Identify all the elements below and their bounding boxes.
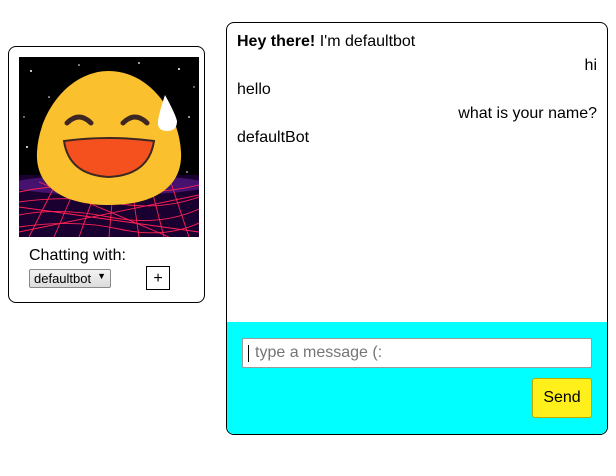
message-input[interactable] xyxy=(242,338,592,368)
dropdown-arrow-icon: ▼ xyxy=(97,271,106,281)
bot-avatar xyxy=(19,57,199,237)
text-caret xyxy=(248,345,249,362)
chatting-with-label: Chatting with: xyxy=(29,247,126,264)
avatar-image xyxy=(19,62,199,237)
bot-select-value: defaultbot xyxy=(34,271,92,286)
greeting-bold: Hey there! xyxy=(237,33,316,50)
bot-card: Chatting with: defaultbot ▼ + xyxy=(8,46,205,303)
send-button[interactable]: Send xyxy=(532,378,592,418)
chat-panel: Hey there! I'm defaultbot hi hello what … xyxy=(226,22,608,435)
bot-select[interactable]: defaultbot ▼ xyxy=(29,269,111,288)
user-message: what is your name? xyxy=(458,105,597,122)
message-list: Hey there! I'm defaultbot hi hello what … xyxy=(237,33,597,153)
greeting-text: I'm defaultbot xyxy=(315,33,416,50)
composer: Send xyxy=(227,322,607,434)
user-message: hi xyxy=(584,57,597,74)
add-bot-button[interactable]: + xyxy=(146,266,170,290)
bot-message: defaultBot xyxy=(237,129,310,146)
bot-message: hello xyxy=(237,81,271,98)
greeting-message: Hey there! I'm defaultbot xyxy=(237,33,597,57)
